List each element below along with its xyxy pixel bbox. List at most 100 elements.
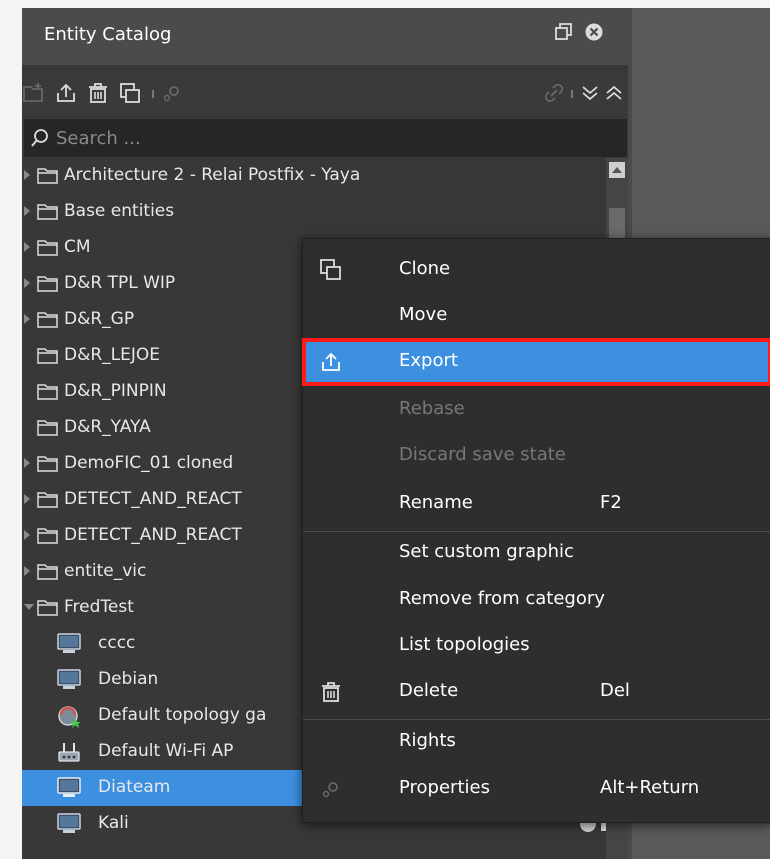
menu-item-clone[interactable]: Clone xyxy=(303,247,770,293)
menu-item-label: Rename xyxy=(399,492,473,513)
tree-item-label: Base entities xyxy=(64,201,175,221)
new-folder-icon[interactable] xyxy=(22,81,46,105)
tree-item-label: D&R_YAYA xyxy=(64,417,151,437)
gear-icon[interactable] xyxy=(160,81,184,105)
tree-item-label: D&R_LEJOE xyxy=(64,345,161,365)
expand-arrow-icon[interactable] xyxy=(24,170,30,180)
toolbar-separator xyxy=(571,90,573,98)
menu-item-label: Delete xyxy=(399,680,459,701)
folder-icon xyxy=(37,203,59,221)
collapse-all-icon[interactable] xyxy=(602,81,626,105)
tree-item-label: Debian xyxy=(98,669,159,689)
tree-folder[interactable]: Architecture 2 - Relai Postfix - Yaya xyxy=(22,158,606,194)
tree-item-label: CM xyxy=(64,237,91,257)
menu-item-properties[interactable]: Properties Alt+Return xyxy=(303,766,770,812)
folder-icon xyxy=(37,167,59,185)
expand-arrow-icon[interactable] xyxy=(24,242,30,252)
menu-item-remove-from-category[interactable]: Remove from category xyxy=(303,577,770,623)
menu-item-list-topologies[interactable]: List topologies xyxy=(303,623,770,669)
trash-icon[interactable] xyxy=(86,81,110,105)
menu-item-delete[interactable]: Delete Del xyxy=(303,669,770,715)
tree-item-label: DETECT_AND_REACT xyxy=(64,525,242,545)
menu-item-shortcut: F2 xyxy=(600,492,622,513)
folder-icon xyxy=(37,563,59,581)
menu-item-discard-save-state: Discard save state xyxy=(303,433,770,479)
close-panel-icon[interactable] xyxy=(584,22,604,42)
menu-item-label: Clone xyxy=(399,258,451,279)
gear-icon xyxy=(319,777,343,801)
menu-item-rights[interactable]: Rights xyxy=(303,719,770,765)
menu-item-shortcut: Del xyxy=(600,680,630,701)
collapse-arrow-icon[interactable] xyxy=(24,604,34,610)
tree-folder[interactable]: Base entities xyxy=(22,194,606,230)
folder-icon xyxy=(37,311,59,329)
menu-item-shortcut: Alt+Return xyxy=(600,777,700,798)
restore-window-icon[interactable] xyxy=(554,22,574,42)
menu-item-label: Discard save state xyxy=(399,444,566,465)
expand-arrow-icon[interactable] xyxy=(24,458,30,468)
menu-item-label: Rights xyxy=(399,730,456,751)
folder-icon xyxy=(37,599,59,617)
menu-item-label: Export xyxy=(399,350,458,371)
expand-arrow-icon[interactable] xyxy=(24,314,30,324)
expand-arrow-icon[interactable] xyxy=(24,530,30,540)
tree-item-label: Architecture 2 - Relai Postfix - Yaya xyxy=(64,165,361,185)
context-menu: Clone Move Export Rebase Discard save st… xyxy=(302,238,770,823)
expand-arrow-icon[interactable] xyxy=(24,566,30,576)
panel-header: Entity Catalog xyxy=(22,8,628,65)
scroll-up-button[interactable] xyxy=(609,162,625,178)
search-input[interactable] xyxy=(56,123,616,153)
expand-arrow-icon[interactable] xyxy=(24,278,30,288)
tree-item-label: Kali xyxy=(98,813,129,833)
folder-icon xyxy=(37,347,59,365)
tree-item-label: D&R_PINPIN xyxy=(64,381,167,401)
search-box xyxy=(24,119,627,157)
catalog-toolbar xyxy=(22,73,628,113)
monitor-icon xyxy=(56,776,82,800)
menu-item-rebase: Rebase xyxy=(303,387,770,433)
menu-item-label: Properties xyxy=(399,777,490,798)
folder-icon xyxy=(37,419,59,437)
folder-icon xyxy=(37,239,59,257)
monitor-icon xyxy=(56,668,82,692)
expand-arrow-icon[interactable] xyxy=(24,494,30,504)
monitor-icon xyxy=(56,632,82,656)
tree-item-label: DemoFIC_01 cloned xyxy=(64,453,234,473)
folder-icon xyxy=(37,383,59,401)
menu-item-rename[interactable]: Rename F2 xyxy=(303,481,770,527)
tree-item-label: DETECT_AND_REACT xyxy=(64,489,242,509)
folder-icon xyxy=(37,455,59,473)
tree-item-label: Default Wi-Fi AP xyxy=(98,741,234,761)
search-icon xyxy=(30,128,50,148)
menu-item-label: Move xyxy=(399,304,448,325)
trash-icon xyxy=(319,680,343,704)
folder-icon xyxy=(37,275,59,293)
wifi-router-icon xyxy=(56,740,82,764)
menu-item-set-custom-graphic[interactable]: Set custom graphic xyxy=(303,530,770,576)
menu-item-move[interactable]: Move xyxy=(303,293,770,339)
scroll-thumb[interactable] xyxy=(609,208,625,242)
toolbar-separator xyxy=(152,90,154,98)
topology-gateway-icon xyxy=(56,704,82,728)
export-icon[interactable] xyxy=(54,81,78,105)
tree-item-label: D&R_GP xyxy=(64,309,135,329)
export-icon xyxy=(319,350,343,374)
menu-item-label: List topologies xyxy=(399,634,530,655)
monitor-icon xyxy=(56,812,82,836)
link-icon[interactable] xyxy=(542,81,566,105)
tree-item-label: entite_vic xyxy=(64,561,147,581)
tree-item-label: D&R TPL WIP xyxy=(64,273,176,293)
tree-item-label: cccc xyxy=(98,633,136,653)
expand-arrow-icon[interactable] xyxy=(24,206,30,216)
folder-icon xyxy=(37,491,59,509)
tree-item-label: Diateam xyxy=(98,777,171,797)
clone-icon xyxy=(319,258,343,282)
menu-item-label: Rebase xyxy=(399,398,465,419)
menu-item-export[interactable]: Export xyxy=(302,338,770,386)
clone-icon[interactable] xyxy=(118,81,142,105)
expand-all-icon[interactable] xyxy=(578,81,602,105)
panel-title: Entity Catalog xyxy=(44,24,172,45)
folder-icon xyxy=(37,527,59,545)
menu-item-label: Set custom graphic xyxy=(399,541,574,562)
menu-item-label: Remove from category xyxy=(399,588,605,609)
